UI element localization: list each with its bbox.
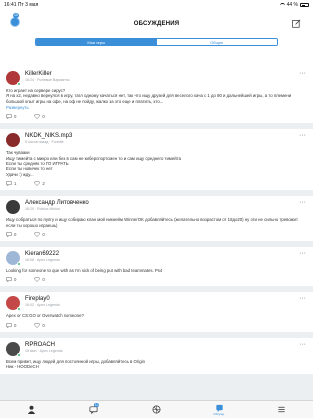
profile-avatar[interactable] [10, 17, 20, 27]
comment-count: 1 [14, 181, 17, 187]
more-options-icon[interactable]: ··· [299, 295, 306, 302]
wifi-icon [279, 3, 285, 7]
online-indicator [17, 262, 21, 267]
post-card[interactable]: KillerKiller 16:24 · Ролевые Варианты ··… [0, 67, 313, 124]
status-right: 44 % [279, 2, 309, 8]
post-body: Всем привет, ищу людей для постоянной иг… [6, 358, 145, 370]
more-options-icon[interactable]: ··· [299, 132, 306, 139]
comment-count: 0 [14, 114, 17, 120]
ball-icon [152, 405, 161, 414]
like-count: 0 [42, 277, 45, 283]
discussion-feed[interactable]: KillerKiller 16:24 · Ролевые Варианты ··… [0, 67, 313, 400]
comment-icon [6, 323, 12, 328]
post-meta: 5 часов назад · Fortnite [25, 140, 64, 145]
like-button[interactable]: 0 [34, 322, 45, 328]
avatar[interactable] [6, 200, 20, 215]
like-button[interactable]: 0 [34, 232, 45, 238]
battery-icon [300, 3, 309, 7]
heart-icon [34, 232, 41, 238]
online-indicator [17, 307, 21, 312]
segment-general[interactable]: Общее [156, 39, 277, 45]
more-options-icon[interactable]: ··· [299, 250, 306, 257]
more-options-icon[interactable]: ··· [299, 70, 306, 77]
tab-discussions-label: Обсужд. [213, 411, 225, 416]
comment-count: 0 [14, 277, 17, 283]
post-meta: 16:02 · Apex Legends [25, 303, 60, 308]
heart-icon [34, 322, 41, 328]
post-meta: 15 мин · Apex Legends [25, 348, 63, 353]
status-time: 16:41 Пт 3 мая [4, 2, 39, 8]
comment-button[interactable]: 0 [6, 277, 17, 283]
online-indicator [17, 352, 21, 357]
page-title: ОБСУЖДЕНИЯ [133, 21, 180, 27]
post-body: Кто играет на сервере сирус? Я на х2, не… [6, 88, 292, 104]
comment-icon [6, 114, 12, 120]
post-card[interactable]: RPROACH 15 мин · Apex Legends ··· Всем п… [0, 337, 313, 374]
like-count: 0 [42, 322, 45, 328]
author-name[interactable]: NKDK_NIKS.mp3 [25, 133, 72, 140]
messages-badge: 10 [93, 402, 100, 407]
avatar[interactable] [6, 296, 21, 312]
avatar[interactable] [6, 133, 20, 148]
comment-button[interactable]: 0 [6, 114, 17, 120]
like-button[interactable]: 0 [34, 277, 45, 283]
post-meta: 16:08 · Apex Legends [25, 258, 60, 263]
author-name[interactable]: RPROACH [25, 342, 63, 349]
heart-icon [34, 277, 41, 283]
comment-icon [6, 181, 12, 187]
heart-icon [34, 114, 41, 120]
profile-badge: 10 [13, 13, 19, 18]
comment-icon [6, 232, 12, 238]
avatar[interactable] [6, 251, 21, 267]
like-count: 0 [42, 114, 45, 120]
nav-bar: 10 ОБСУЖДЕНИЯ [0, 10, 313, 38]
comment-icon [6, 277, 12, 283]
segmented-control: Мои игры Общее [35, 38, 278, 46]
comment-count: 0 [14, 232, 17, 238]
like-count: 0 [42, 232, 45, 238]
post-meta: 16:20 · Roblox Minion [25, 207, 60, 212]
tab-profile[interactable] [21, 403, 41, 417]
expand-link[interactable]: Развернуть [6, 105, 307, 110]
tab-menu[interactable] [272, 403, 292, 417]
tab-discussions[interactable]: Обсужд. [209, 403, 229, 417]
comment-count: 0 [14, 322, 17, 328]
menu-icon [278, 406, 285, 413]
like-button[interactable]: 0 [34, 114, 45, 120]
heart-icon [34, 181, 41, 187]
comment-button[interactable]: 1 [6, 181, 17, 187]
comment-button[interactable]: 0 [6, 323, 16, 328]
like-button[interactable]: 2 [34, 181, 45, 187]
post-card[interactable]: NKDK_NIKS.mp3 5 часов назад · Fortnite ·… [0, 129, 313, 191]
post-card[interactable]: Александр Литовченко 16:20 · Roblox Mini… [0, 196, 313, 242]
battery-percent: 44 % [286, 2, 298, 8]
post-card[interactable]: Kieran69222 16:08 · Apex Legends ··· Loo… [0, 247, 313, 287]
more-options-icon[interactable]: ··· [299, 199, 306, 206]
tab-messages[interactable]: 10 [84, 402, 104, 417]
comment-button[interactable]: 0 [6, 232, 17, 238]
avatar[interactable] [6, 341, 21, 357]
avatar[interactable] [6, 71, 21, 86]
compose-icon[interactable] [292, 19, 301, 28]
online-indicator [17, 82, 21, 86]
author-name[interactable]: Kieran69222 [25, 251, 60, 258]
post-body: Так чувааки Ищу тимейта с микро или без … [6, 150, 181, 177]
post-meta: 16:24 · Ролевые Варианты [25, 78, 70, 82]
post-body: Ищу собраться по пупгу и ищу собираю кла… [6, 217, 298, 228]
author-name[interactable]: Fireplay0 [25, 296, 60, 303]
like-count: 2 [42, 181, 45, 187]
status-bar: 16:41 Пт 3 мая 44 % [0, 0, 313, 10]
tab-games[interactable] [146, 403, 166, 417]
post-body: Looking for someone to que with as I'm s… [6, 268, 163, 274]
person-icon [27, 405, 35, 414]
post-body: Apex or CS:GO or Overwatch someone? [6, 313, 84, 319]
author-name[interactable]: KillerKiller [25, 71, 70, 78]
post-card[interactable]: Fireplay0 16:02 · Apex Legends ··· Apex … [0, 292, 313, 332]
tab-bar: 10 Обсужд. [0, 400, 313, 418]
segment-my-games[interactable]: Мои игры [36, 39, 157, 45]
author-name[interactable]: Александр Литовченко [25, 200, 89, 207]
more-options-icon[interactable]: ··· [299, 341, 306, 348]
